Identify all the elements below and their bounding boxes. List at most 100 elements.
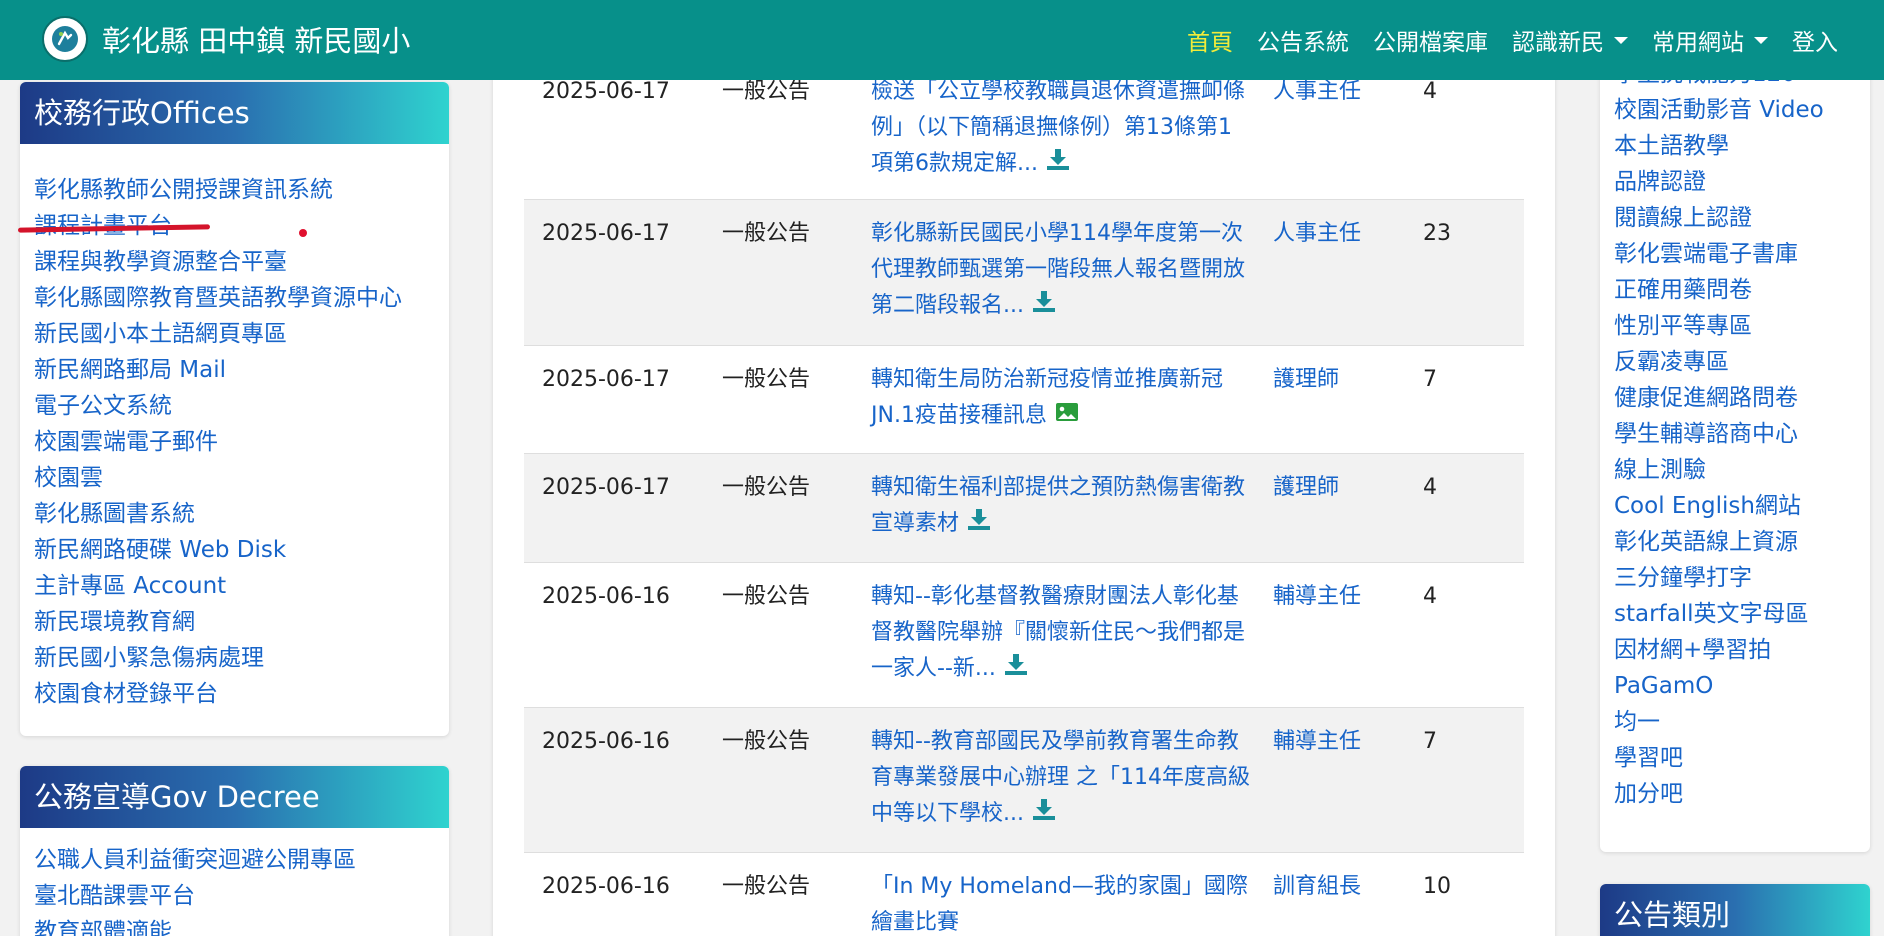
quick-link[interactable]: 正確用藥問卷 bbox=[1614, 277, 1752, 303]
quick-link[interactable]: 品牌認證 bbox=[1614, 169, 1706, 195]
quick-link[interactable]: PaGamO bbox=[1614, 673, 1713, 699]
main-nav: 首頁 公告系統 公開檔案庫 認識新民 常用網站 登入 bbox=[1163, 0, 1838, 80]
office-link[interactable]: 校園食材登錄平台 bbox=[34, 681, 218, 707]
row-unit[interactable]: 輔導主任 bbox=[1273, 579, 1361, 615]
list-item: 校園食材登錄平台 bbox=[34, 676, 402, 712]
row-count: 10 bbox=[1423, 874, 1451, 899]
announcement-link[interactable]: 轉知--彰化基督教醫療財團法人彰化基督教醫院舉辦『關懷新住民～我們都是一家人--… bbox=[871, 584, 1245, 681]
quick-link[interactable]: 三分鐘學打字 bbox=[1614, 565, 1752, 591]
list-item: starfall英文字母區 bbox=[1614, 596, 1824, 632]
caret-down-icon bbox=[1614, 36, 1628, 44]
row-unit[interactable]: 護理師 bbox=[1273, 362, 1339, 398]
download-icon[interactable] bbox=[1004, 651, 1028, 687]
row-unit[interactable]: 護理師 bbox=[1273, 470, 1339, 506]
top-navbar: 彰化縣 田中鎮 新民國小 首頁 公告系統 公開檔案庫 認識新民 常用網站 登入 bbox=[0, 0, 1884, 80]
row-unit[interactable]: 輔導主任 bbox=[1273, 724, 1361, 760]
row-type: 一般公告 bbox=[722, 475, 811, 500]
row-unit[interactable]: 人事主任 bbox=[1273, 216, 1361, 252]
quick-link[interactable]: 性別平等專區 bbox=[1614, 313, 1752, 339]
office-link[interactable]: 主計專區 Account bbox=[34, 573, 226, 599]
list-item: Cool English網站 bbox=[1614, 488, 1824, 524]
quick-link[interactable]: 線上測驗 bbox=[1614, 457, 1706, 483]
office-link[interactable]: 彰化縣國際教育暨英語教學資源中心 bbox=[34, 285, 402, 311]
row-date: 2025-06-17 bbox=[542, 367, 670, 392]
office-link[interactable]: 課程與教學資源整合平臺 bbox=[34, 249, 287, 275]
nav-common-sites[interactable]: 常用網站 bbox=[1652, 23, 1768, 57]
quick-link[interactable]: 健康促進網路問卷 bbox=[1614, 385, 1798, 411]
quick-link[interactable]: 本土語教學 bbox=[1614, 133, 1729, 159]
row-type: 一般公告 bbox=[722, 367, 811, 392]
quick-link[interactable]: Cool English網站 bbox=[1614, 493, 1801, 519]
list-item: 彰化英語線上資源 bbox=[1614, 524, 1824, 560]
gov-link[interactable]: 教育部體適能 bbox=[34, 919, 172, 936]
announcement-link[interactable]: 轉知衛生福利部提供之預防熱傷害衛教宣導素材 bbox=[871, 475, 1245, 536]
row-type: 一般公告 bbox=[722, 221, 811, 246]
announcement-link[interactable]: 轉知衛生局防治新冠疫情並推廣新冠JN.1疫苗接種訊息 bbox=[871, 367, 1223, 428]
office-link[interactable]: 新民環境教育網 bbox=[34, 609, 195, 635]
announcement-link[interactable]: 「In My Homeland—我的家園」國際繪畫比賽 bbox=[871, 874, 1248, 935]
nav-about[interactable]: 認識新民 bbox=[1512, 23, 1628, 57]
row-title: 檢送「公立學校教職員退休資遣撫卹條例」（以下簡稱退撫條例）第13條第1項第6款規… bbox=[871, 74, 1251, 182]
table-row: 2025-06-16 一般公告 「In My Homeland—我的家園」國際繪… bbox=[524, 853, 1524, 936]
office-link[interactable]: 新民網路郵局 Mail bbox=[34, 357, 226, 383]
gov-link[interactable]: 公職人員利益衝突迴避公開專區 bbox=[34, 847, 356, 873]
list-item: 彰化雲端電子書庫 bbox=[1614, 236, 1824, 272]
office-link[interactable]: 校園雲 bbox=[34, 465, 103, 491]
quick-link[interactable]: 閱讀線上認證 bbox=[1614, 205, 1752, 231]
list-item: 三分鐘學打字 bbox=[1614, 560, 1824, 596]
gov-link[interactable]: 臺北酷課雲平台 bbox=[34, 883, 195, 909]
quick-link[interactable]: 學習吧 bbox=[1614, 745, 1683, 771]
quick-link[interactable]: 彰化雲端電子書庫 bbox=[1614, 241, 1798, 267]
table-row: 2025-06-17 一般公告 轉知衛生局防治新冠疫情並推廣新冠JN.1疫苗接種… bbox=[524, 346, 1524, 454]
categories-title: 公告類別 bbox=[1600, 884, 1870, 936]
brand-title: 彰化縣 田中鎮 新民國小 bbox=[102, 24, 411, 58]
quick-link[interactable]: 校園活動影音 Video bbox=[1614, 97, 1824, 123]
list-item: 主計專區 Account bbox=[34, 568, 402, 604]
row-title: 轉知--彰化基督教醫療財團法人彰化基督教醫院舉辦『關懷新住民～我們都是一家人--… bbox=[871, 579, 1251, 687]
list-item: 新民環境教育網 bbox=[34, 604, 402, 640]
download-icon[interactable] bbox=[1046, 146, 1070, 182]
list-item: PaGamO bbox=[1614, 668, 1824, 704]
quick-link[interactable]: 因材網+學習拍 bbox=[1614, 637, 1771, 663]
quick-link[interactable]: 反霸凌專區 bbox=[1614, 349, 1729, 375]
list-item: 教育部體適能 bbox=[34, 914, 435, 936]
row-type: 一般公告 bbox=[722, 584, 811, 609]
row-unit[interactable]: 訓育組長 bbox=[1273, 869, 1361, 905]
announcements-table: 2025-06-17 一般公告 檢送「公立學校教職員退休資遣撫卹條例」（以下簡稱… bbox=[524, 60, 1524, 936]
office-link[interactable]: 新民國小緊急傷病處理 bbox=[34, 645, 264, 671]
nav-file-library-label: 公開檔案庫 bbox=[1373, 30, 1488, 56]
quick-link[interactable]: 均一 bbox=[1614, 709, 1660, 735]
quick-link[interactable]: 學生輔導諮商中心 bbox=[1614, 421, 1798, 447]
office-link[interactable]: 新民網路硬碟 Web Disk bbox=[34, 537, 286, 563]
announcement-link[interactable]: 轉知--教育部國民及學前教育署生命教育專業發展中心辦理 之「114年度高級中等以… bbox=[871, 729, 1250, 826]
gov-links: 公職人員利益衝突迴避公開專區 臺北酷課雲平台 教育部體適能 bbox=[20, 828, 449, 936]
offices-links: 彰化縣教師公開授課資訊系統 課程計畫平台 課程與教學資源整合平臺 彰化縣國際教育… bbox=[20, 158, 416, 712]
list-item: 學生輔導諮商中心 bbox=[1614, 416, 1824, 452]
offices-panel: 校務行政Offices 彰化縣教師公開授課資訊系統 課程計畫平台 課程與教學資源… bbox=[20, 82, 449, 736]
table-row: 2025-06-16 一般公告 轉知--彰化基督教醫療財團法人彰化基督教醫院舉辦… bbox=[524, 563, 1524, 708]
nav-login-label: 登入 bbox=[1792, 30, 1838, 56]
office-link[interactable]: 校園雲端電子郵件 bbox=[34, 429, 218, 455]
download-icon[interactable] bbox=[1032, 288, 1056, 324]
brand[interactable]: 彰化縣 田中鎮 新民國小 bbox=[42, 16, 410, 62]
row-title: 彰化縣新民國民小學114學年度第一次代理教師甄選第一階段無人報名暨開放第二階段報… bbox=[871, 216, 1251, 324]
row-title: 轉知衛生局防治新冠疫情並推廣新冠JN.1疫苗接種訊息 bbox=[871, 362, 1251, 434]
office-link[interactable]: 彰化縣教師公開授課資訊系統 bbox=[34, 177, 333, 203]
nav-home[interactable]: 首頁 bbox=[1187, 23, 1233, 57]
office-link[interactable]: 彰化縣圖書系統 bbox=[34, 501, 195, 527]
image-icon[interactable] bbox=[1055, 398, 1079, 434]
quick-link[interactable]: 加分吧 bbox=[1614, 781, 1683, 807]
quick-link[interactable]: 彰化英語線上資源 bbox=[1614, 529, 1798, 555]
download-icon[interactable] bbox=[967, 506, 991, 542]
quick-link[interactable]: starfall英文字母區 bbox=[1614, 601, 1809, 627]
announcement-link[interactable]: 彰化縣新民國民小學114學年度第一次代理教師甄選第一階段無人報名暨開放第二階段報… bbox=[871, 221, 1245, 318]
nav-file-library[interactable]: 公開檔案庫 bbox=[1373, 23, 1488, 57]
download-icon[interactable] bbox=[1032, 796, 1056, 832]
office-link[interactable]: 新民國小本土語網頁專區 bbox=[34, 321, 287, 347]
row-title: 轉知--教育部國民及學前教育署生命教育專業發展中心辦理 之「114年度高級中等以… bbox=[871, 724, 1251, 832]
list-item: 校園雲 bbox=[34, 460, 402, 496]
list-item: 彰化縣國際教育暨英語教學資源中心 bbox=[34, 280, 402, 316]
office-link[interactable]: 電子公文系統 bbox=[34, 393, 172, 419]
nav-announcements[interactable]: 公告系統 bbox=[1257, 23, 1349, 57]
nav-login[interactable]: 登入 bbox=[1792, 23, 1838, 57]
